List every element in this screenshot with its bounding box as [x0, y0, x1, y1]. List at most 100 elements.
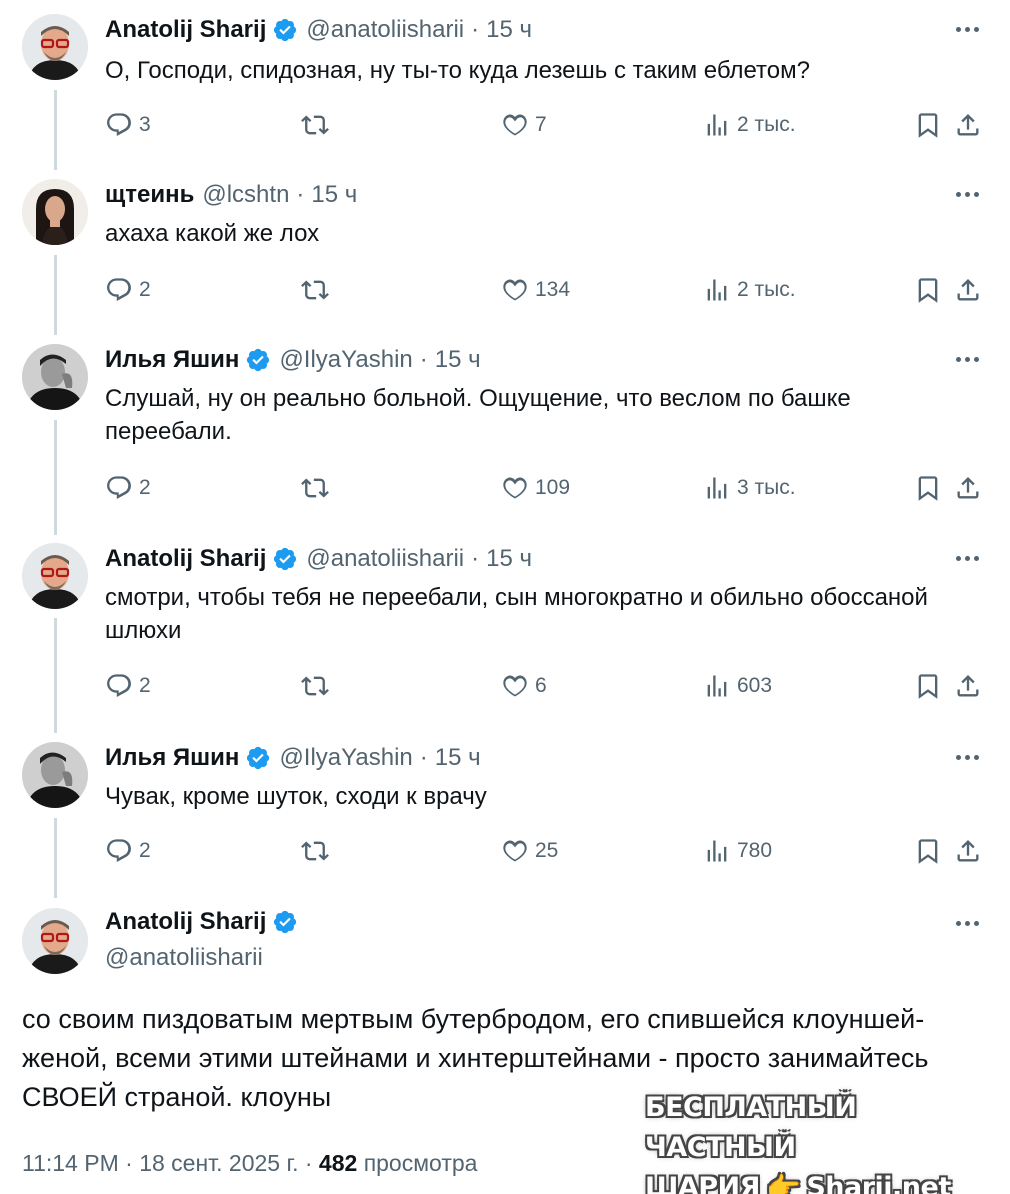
like-button[interactable]: 109	[501, 471, 570, 505]
retweet-icon	[301, 676, 329, 696]
more-options-icon[interactable]	[952, 344, 982, 374]
like-count: 6	[535, 674, 547, 697]
reply-button[interactable]: 2	[105, 273, 151, 307]
avatar-lcshtn[interactable]	[22, 179, 88, 245]
more-options-icon[interactable]	[952, 908, 982, 938]
tweet-4[interactable]: Илья Яшин @IlyaYashin · 15 ч Чувак, кром…	[0, 728, 1010, 898]
like-count: 134	[535, 278, 571, 301]
bookmark-button[interactable]	[914, 108, 942, 142]
reply-icon	[107, 674, 131, 698]
watermark-line2-left: ШАРИЯ	[645, 1172, 760, 1194]
avatar-ilya-yashin[interactable]	[22, 344, 88, 410]
watermark: БЕСПЛАТНЫЙ ЧАСТНЫЙ ШАРИЯ 👉 Sharij.net	[645, 1088, 990, 1194]
more-options-icon[interactable]	[952, 179, 982, 209]
heart-icon	[503, 114, 527, 136]
author-name[interactable]: Anatolij Sharij	[105, 14, 266, 46]
retweet-icon	[301, 115, 329, 135]
tweet-actions: 2 6 603	[105, 669, 982, 703]
author-handle[interactable]: @lcshtn	[202, 179, 289, 211]
views-count: 780	[737, 839, 773, 862]
like-button[interactable]: 7	[501, 108, 547, 142]
retweet-button[interactable]	[301, 108, 335, 142]
heart-icon	[503, 477, 527, 499]
bookmark-button[interactable]	[914, 669, 942, 703]
retweet-button[interactable]	[301, 471, 335, 505]
share-icon	[957, 675, 979, 697]
avatar-anatolij[interactable]	[22, 908, 88, 974]
tweet-header: Илья Яшин @IlyaYashin · 15 ч	[105, 742, 481, 774]
reply-button[interactable]: 2	[105, 669, 151, 703]
share-button[interactable]	[954, 669, 982, 703]
tweet-text: Слушай, ну он реально больной. Ощущение,…	[105, 385, 851, 445]
bookmark-button[interactable]	[914, 834, 942, 868]
views-button[interactable]: 603	[703, 669, 772, 703]
retweet-button[interactable]	[301, 273, 335, 307]
bookmark-icon	[918, 839, 938, 864]
like-count: 7	[535, 113, 547, 136]
views-button[interactable]: 3 тыс.	[703, 471, 796, 505]
author-handle[interactable]: @IlyaYashin	[279, 344, 412, 376]
tweet-text: О, Господи, спидозная, ну ты-то куда лез…	[105, 57, 810, 84]
avatar-ilya-yashin[interactable]	[22, 742, 88, 808]
tweet-header: Anatolij Sharij @anatoliisharii · 15 ч	[105, 543, 532, 575]
tweet-0[interactable]: Anatolij Sharij @anatoliisharii · 15 ч О…	[0, 0, 1010, 170]
reply-count: 2	[139, 278, 151, 301]
tweet-actions: 2 134 2 тыс.	[105, 273, 982, 307]
bookmark-button[interactable]	[914, 273, 942, 307]
author-name[interactable]: Илья Яшин	[105, 344, 239, 376]
bookmark-button[interactable]	[914, 471, 942, 505]
views-button[interactable]: 780	[703, 834, 772, 868]
like-button[interactable]: 6	[501, 669, 547, 703]
tweet-date[interactable]: 18 сент. 2025 г.	[139, 1150, 298, 1176]
share-button[interactable]	[954, 471, 982, 505]
like-button[interactable]: 25	[501, 834, 558, 868]
tweet-time[interactable]: 15 ч	[311, 179, 357, 211]
tweet-time[interactable]: 15 ч	[435, 344, 481, 376]
tweet-2[interactable]: Илья Яшин @IlyaYashin · 15 ч Слушай, ну …	[0, 330, 1010, 530]
separator-dot: ·	[125, 1150, 133, 1176]
share-button[interactable]	[954, 273, 982, 307]
reply-count: 3	[139, 113, 151, 136]
separator-dot: ·	[471, 545, 480, 572]
author-handle[interactable]: @anatoliisharii	[105, 942, 263, 974]
avatar-anatolij[interactable]	[22, 14, 88, 80]
share-button[interactable]	[954, 108, 982, 142]
tweet-3[interactable]: Anatolij Sharij @anatoliisharii · 15 ч с…	[0, 529, 1010, 729]
more-options-icon[interactable]	[952, 543, 982, 573]
heart-icon	[503, 675, 527, 697]
reply-button[interactable]: 2	[105, 471, 151, 505]
like-button[interactable]: 134	[501, 273, 570, 307]
views-chart-icon	[707, 840, 727, 862]
share-icon	[957, 114, 979, 136]
main-author-name-row: Anatolij Sharij	[105, 906, 298, 938]
tweet-1[interactable]: щтеинь @lcshtn · 15 ч ахаха какой же лох…	[0, 165, 1010, 335]
like-count: 25	[535, 839, 559, 862]
tweet-time[interactable]: 15 ч	[435, 742, 481, 774]
author-name[interactable]: Anatolij Sharij	[105, 543, 266, 575]
views-button[interactable]: 2 тыс.	[703, 108, 796, 142]
author-handle[interactable]: @anatoliisharii	[306, 543, 464, 575]
bookmark-icon	[918, 476, 938, 501]
reply-button[interactable]: 2	[105, 834, 151, 868]
verified-badge-icon	[247, 746, 270, 770]
tweet-actions: 3 7 2 тыс.	[105, 108, 982, 142]
tweet-header: щтеинь @lcshtn · 15 ч	[105, 179, 357, 211]
views-count: 3 тыс.	[737, 476, 796, 499]
more-options-icon[interactable]	[952, 742, 982, 772]
retweet-button[interactable]	[301, 834, 335, 868]
reply-button[interactable]: 3	[105, 108, 151, 142]
author-name[interactable]: Anatolij Sharij	[105, 906, 266, 938]
tweet-time[interactable]: 15 ч	[486, 14, 532, 46]
author-handle[interactable]: @anatoliisharii	[306, 14, 464, 46]
tweet-time[interactable]: 11:14 PM	[22, 1150, 119, 1176]
avatar-anatolij[interactable]	[22, 543, 88, 609]
retweet-button[interactable]	[301, 669, 335, 703]
views-button[interactable]: 2 тыс.	[703, 273, 796, 307]
author-name[interactable]: Илья Яшин	[105, 742, 239, 774]
author-name[interactable]: щтеинь	[105, 179, 194, 211]
share-button[interactable]	[954, 834, 982, 868]
tweet-time[interactable]: 15 ч	[486, 543, 532, 575]
author-handle[interactable]: @IlyaYashin	[279, 742, 412, 774]
more-options-icon[interactable]	[952, 14, 982, 44]
heart-icon	[503, 840, 527, 862]
